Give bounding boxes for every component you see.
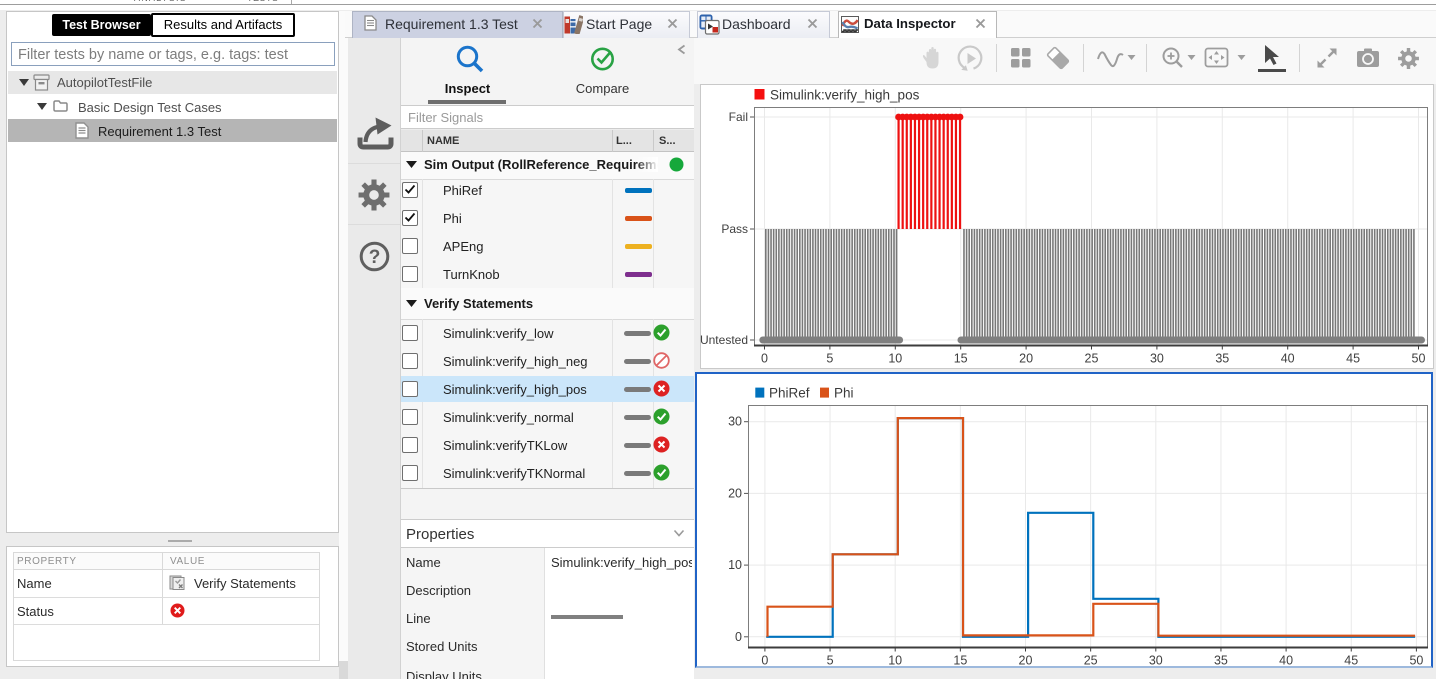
svg-text:0: 0: [735, 630, 742, 644]
svg-text:Fail: Fail: [729, 110, 748, 124]
svg-text:PhiRef: PhiRef: [769, 386, 810, 401]
svg-text:25: 25: [1084, 654, 1098, 667]
svg-text:45: 45: [1346, 352, 1360, 366]
svg-text:Pass: Pass: [721, 222, 748, 236]
svg-text:15: 15: [954, 352, 968, 366]
svg-text:0: 0: [761, 654, 768, 667]
svg-text:Untested: Untested: [700, 333, 748, 347]
svg-text:0: 0: [761, 352, 768, 366]
svg-text:30: 30: [1150, 352, 1164, 366]
svg-text:35: 35: [1215, 352, 1229, 366]
svg-text:45: 45: [1344, 654, 1358, 667]
svg-text:?: ?: [369, 247, 381, 268]
svg-text:35: 35: [1214, 654, 1228, 667]
svg-text:30: 30: [728, 415, 742, 429]
svg-text:Phi: Phi: [834, 386, 854, 401]
svg-text:20: 20: [1019, 654, 1033, 667]
svg-text:20: 20: [728, 486, 742, 500]
svg-text:15: 15: [953, 654, 967, 667]
svg-text:10: 10: [888, 654, 902, 667]
svg-text:50: 50: [1409, 654, 1423, 667]
svg-text:10: 10: [728, 558, 742, 572]
svg-text:Simulink:verify_high_pos: Simulink:verify_high_pos: [770, 88, 920, 103]
svg-text:5: 5: [827, 654, 834, 667]
svg-text:50: 50: [1412, 352, 1426, 366]
svg-text:30: 30: [1149, 654, 1163, 667]
svg-text:40: 40: [1281, 352, 1295, 366]
svg-text:5: 5: [826, 352, 833, 366]
svg-text:40: 40: [1279, 654, 1293, 667]
svg-text:25: 25: [1085, 352, 1099, 366]
svg-text:10: 10: [888, 352, 902, 366]
svg-text:20: 20: [1019, 352, 1033, 366]
